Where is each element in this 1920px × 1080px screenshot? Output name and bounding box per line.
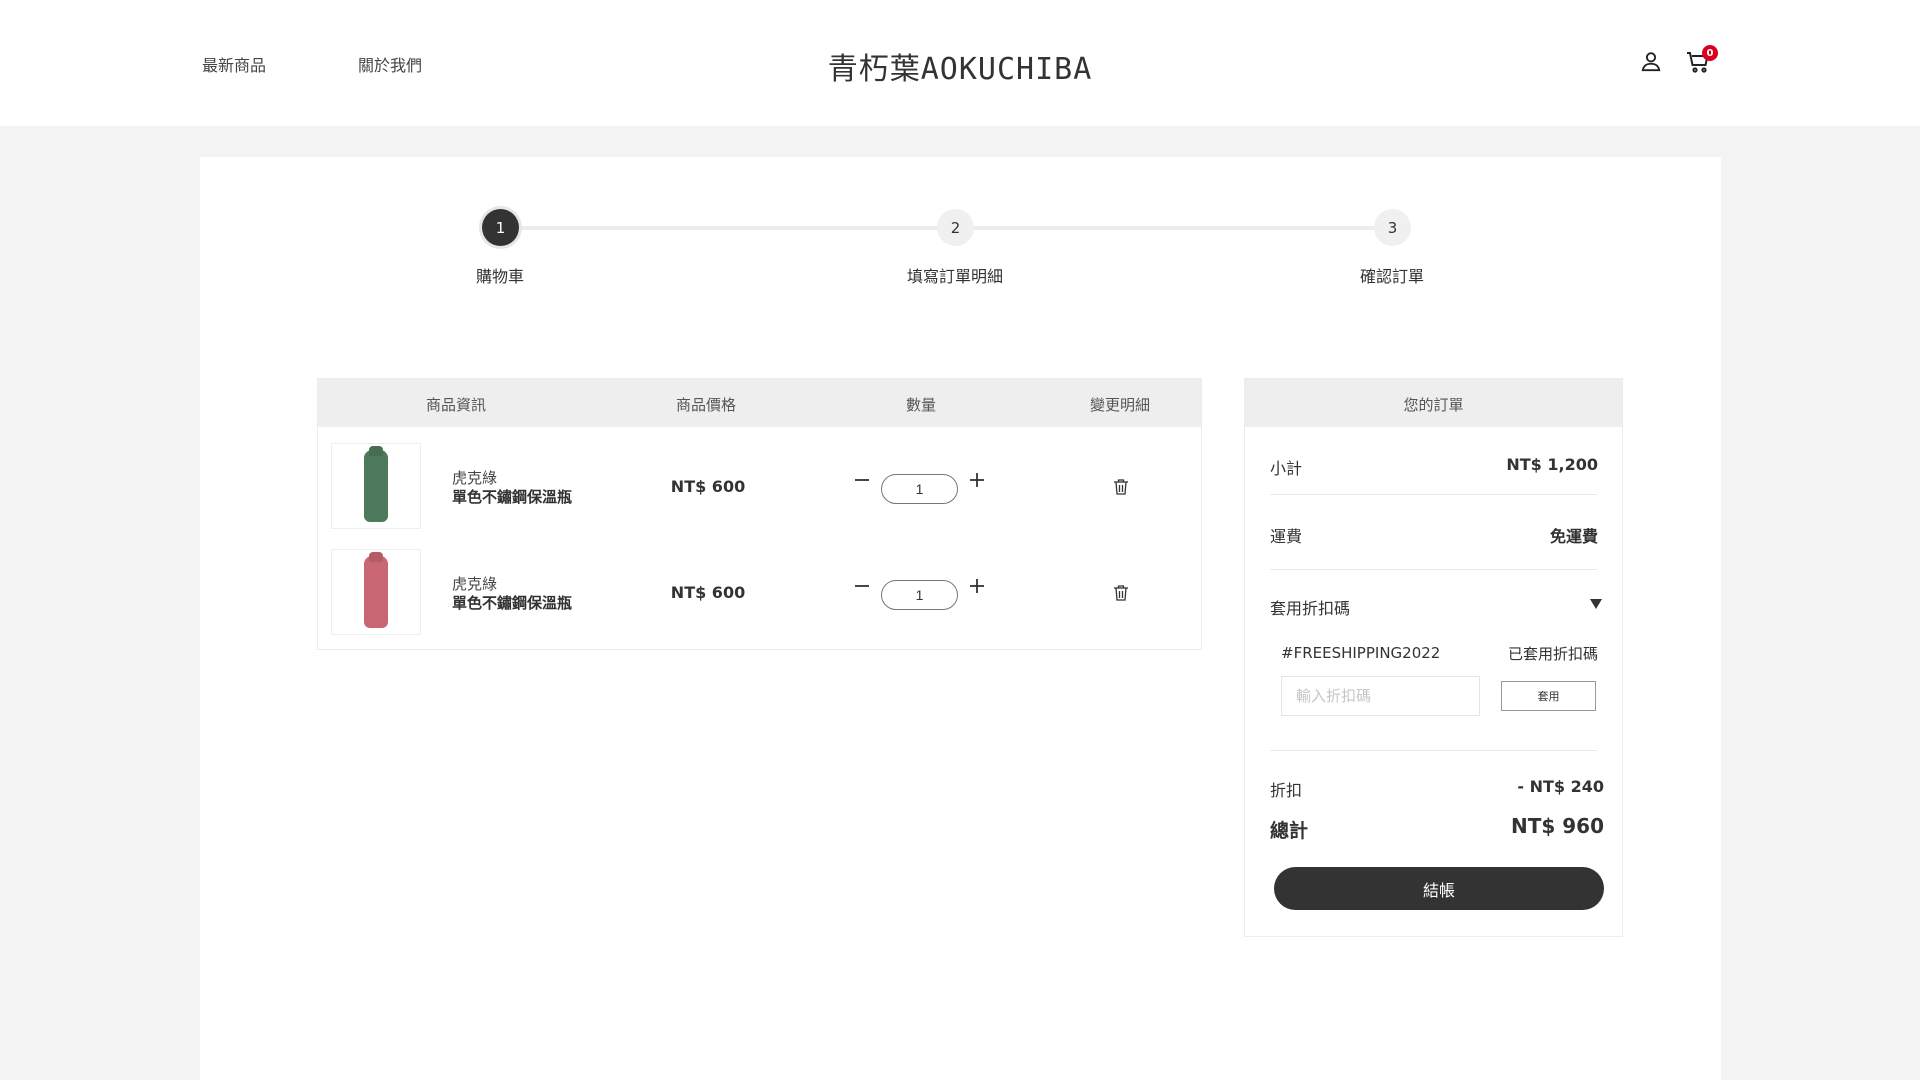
discount-value: - NT$ 240 — [1517, 777, 1604, 796]
divider — [1270, 569, 1597, 570]
column-header-price: 商品價格 — [676, 396, 737, 414]
total-value: NT$ 960 — [1510, 814, 1604, 838]
minus-icon[interactable] — [853, 577, 871, 600]
applied-coupon-code: #FREESHIPPING2022 — [1281, 644, 1441, 662]
site-header: 最新商品 關於我們 青朽葉AOKUCHIBA 0 — [0, 0, 1920, 126]
product-brand: 虎克綠 — [452, 575, 498, 593]
trash-icon[interactable] — [1113, 478, 1129, 500]
step-3-circle: 3 — [1374, 209, 1411, 246]
column-header-quantity: 數量 — [906, 396, 937, 414]
subtotal-value: NT$ 1,200 — [1506, 455, 1598, 474]
cart-icon[interactable]: 0 — [1686, 45, 1718, 78]
cart-table-header: 商品資訊 商品價格 數量 變更明細 — [318, 379, 1201, 427]
checkout-button[interactable]: 結帳 — [1274, 867, 1604, 910]
total-label: 總計 — [1270, 820, 1309, 842]
step-2-label: 填寫訂單明細 — [906, 267, 1003, 286]
stepper-line — [955, 226, 1392, 230]
chevron-down-icon[interactable] — [1590, 599, 1602, 609]
stepper-line — [518, 226, 955, 230]
bottle-image — [364, 450, 388, 522]
divider — [1270, 494, 1597, 495]
product-name[interactable]: 單色不鏽鋼保溫瓶 — [452, 592, 572, 613]
product-thumbnail[interactable] — [331, 549, 421, 635]
shipping-value: 免運費 — [1549, 527, 1598, 546]
coupon-input[interactable] — [1281, 676, 1480, 716]
user-icon[interactable] — [1640, 50, 1662, 76]
coupon-status: 已套用折扣碼 — [1507, 645, 1598, 663]
order-summary: 您的訂單 小計 NT$ 1,200 運費 免運費 套用折扣碼 #FREESHIP… — [1244, 378, 1623, 937]
plus-icon[interactable] — [968, 577, 986, 600]
quantity-input[interactable] — [881, 580, 958, 610]
discount-label: 折扣 — [1270, 781, 1303, 800]
table-row: 虎克綠 單色不鏽鋼保溫瓶 NT$ 600 — [318, 427, 1201, 533]
subtotal-label: 小計 — [1270, 459, 1303, 478]
site-logo[interactable]: 青朽葉AOKUCHIBA — [0, 44, 1920, 88]
step-1-circle: 1 — [482, 209, 519, 246]
coupon-toggle-label[interactable]: 套用折扣碼 — [1270, 595, 1350, 619]
product-brand: 虎克綠 — [452, 469, 498, 487]
cart-count-badge: 0 — [1702, 45, 1718, 61]
step-2-circle: 2 — [937, 209, 974, 246]
product-name[interactable]: 單色不鏽鋼保溫瓶 — [452, 486, 572, 507]
step-1-label: 購物車 — [475, 267, 524, 286]
cart-table: 商品資訊 商品價格 數量 變更明細 虎克綠 單色不鏽鋼保溫瓶 NT$ 600 1… — [317, 378, 1202, 650]
bottle-image — [364, 556, 388, 628]
apply-coupon-button[interactable]: 套用 — [1501, 681, 1596, 711]
shipping-label: 運費 — [1270, 527, 1303, 546]
plus-icon[interactable] — [968, 471, 986, 494]
divider — [1270, 750, 1597, 751]
column-header-actions: 變更明細 — [1090, 396, 1151, 414]
step-3-label: 確認訂單 — [1359, 267, 1424, 286]
order-summary-title: 您的訂單 — [1245, 379, 1622, 427]
column-header-product-info: 商品資訊 — [426, 396, 487, 414]
cart-page-card: 1 2 3 購物車 填寫訂單明細 確認訂單 商品資訊 商品價格 數量 變更明細 … — [200, 157, 1721, 1080]
product-price: NT$ 600 — [670, 477, 746, 496]
quantity-input[interactable] — [881, 474, 958, 504]
trash-icon[interactable] — [1113, 584, 1129, 606]
product-price: NT$ 600 — [670, 583, 746, 602]
minus-icon[interactable] — [853, 471, 871, 494]
table-row: 虎克綠 單色不鏽鋼保溫瓶 NT$ 600 — [318, 533, 1201, 639]
product-thumbnail[interactable] — [331, 443, 421, 529]
